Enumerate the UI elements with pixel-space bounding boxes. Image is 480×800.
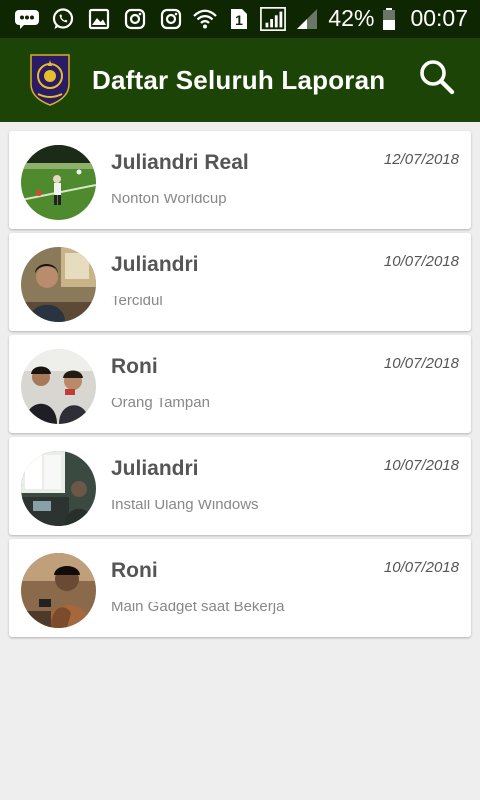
reporter-name: Roni bbox=[111, 559, 158, 582]
report-description: Tercidul bbox=[111, 296, 371, 310]
signal-weak-icon bbox=[294, 7, 320, 31]
status-bar: 1 42% 00:07 bbox=[0, 0, 480, 38]
report-date: 10/07/2018 bbox=[383, 355, 459, 372]
whatsapp-icon bbox=[50, 7, 76, 31]
avatar bbox=[21, 349, 96, 424]
clock: 00:07 bbox=[410, 5, 468, 31]
gallery-icon bbox=[86, 7, 112, 31]
report-description-text: Tercidul bbox=[111, 296, 163, 309]
signal-icon bbox=[260, 6, 287, 31]
battery-icon bbox=[382, 7, 396, 31]
system-icons: 1 42% 00:07 bbox=[192, 5, 468, 32]
battery-percent: 42% bbox=[328, 5, 375, 31]
list-item[interactable]: Juliandri 10/07/2018 Install Ulang Windo… bbox=[9, 437, 471, 535]
reporter-name: Juliandri bbox=[111, 457, 199, 480]
notification-icons bbox=[14, 7, 184, 31]
wifi-icon bbox=[192, 7, 218, 31]
report-list: Juliandri Real 12/07/2018 Nonton Worldcu… bbox=[9, 131, 471, 641]
report-date: 10/07/2018 bbox=[383, 559, 459, 576]
avatar bbox=[21, 145, 96, 220]
bbm-icon bbox=[14, 7, 40, 31]
avatar bbox=[21, 451, 96, 526]
page-title: Daftar Seluruh Laporan bbox=[92, 65, 386, 95]
reporter-name: Juliandri bbox=[111, 253, 199, 276]
reporter-name: Juliandri Real bbox=[111, 151, 249, 174]
report-description: Orang Tampan bbox=[111, 398, 371, 412]
report-description-text: Main Gadget saat Bekerja bbox=[111, 602, 285, 615]
police-emblem-icon bbox=[28, 52, 72, 106]
report-description-text: Nonton Worldcup bbox=[111, 194, 227, 207]
report-date: 10/07/2018 bbox=[383, 457, 459, 474]
instagram-icon bbox=[122, 7, 148, 31]
instagram-icon bbox=[158, 7, 184, 31]
report-date: 10/07/2018 bbox=[383, 253, 459, 270]
report-description: Nonton Worldcup bbox=[111, 194, 371, 208]
reporter-name: Roni bbox=[111, 355, 158, 378]
sim-icon: 1 bbox=[226, 7, 252, 31]
report-description-text: Orang Tampan bbox=[111, 398, 210, 411]
search-icon bbox=[418, 58, 456, 101]
search-button[interactable] bbox=[414, 56, 460, 102]
list-item[interactable]: Juliandri Real 12/07/2018 Nonton Worldcu… bbox=[9, 131, 471, 229]
avatar bbox=[21, 247, 96, 322]
list-item[interactable]: Juliandri 10/07/2018 Tercidul bbox=[9, 233, 471, 331]
sim-slot-label: 1 bbox=[235, 12, 243, 28]
report-description-text: Install Ulang Windows bbox=[111, 500, 259, 513]
report-description: Main Gadget saat Bekerja bbox=[111, 602, 371, 616]
list-item[interactable]: Roni 10/07/2018 Main Gadget saat Bekerja bbox=[9, 539, 471, 637]
app-bar: Daftar Seluruh Laporan bbox=[0, 38, 480, 122]
list-item[interactable]: Roni 10/07/2018 Orang Tampan bbox=[9, 335, 471, 433]
report-date: 12/07/2018 bbox=[383, 151, 459, 168]
avatar bbox=[21, 553, 96, 628]
report-description: Install Ulang Windows bbox=[111, 500, 371, 514]
